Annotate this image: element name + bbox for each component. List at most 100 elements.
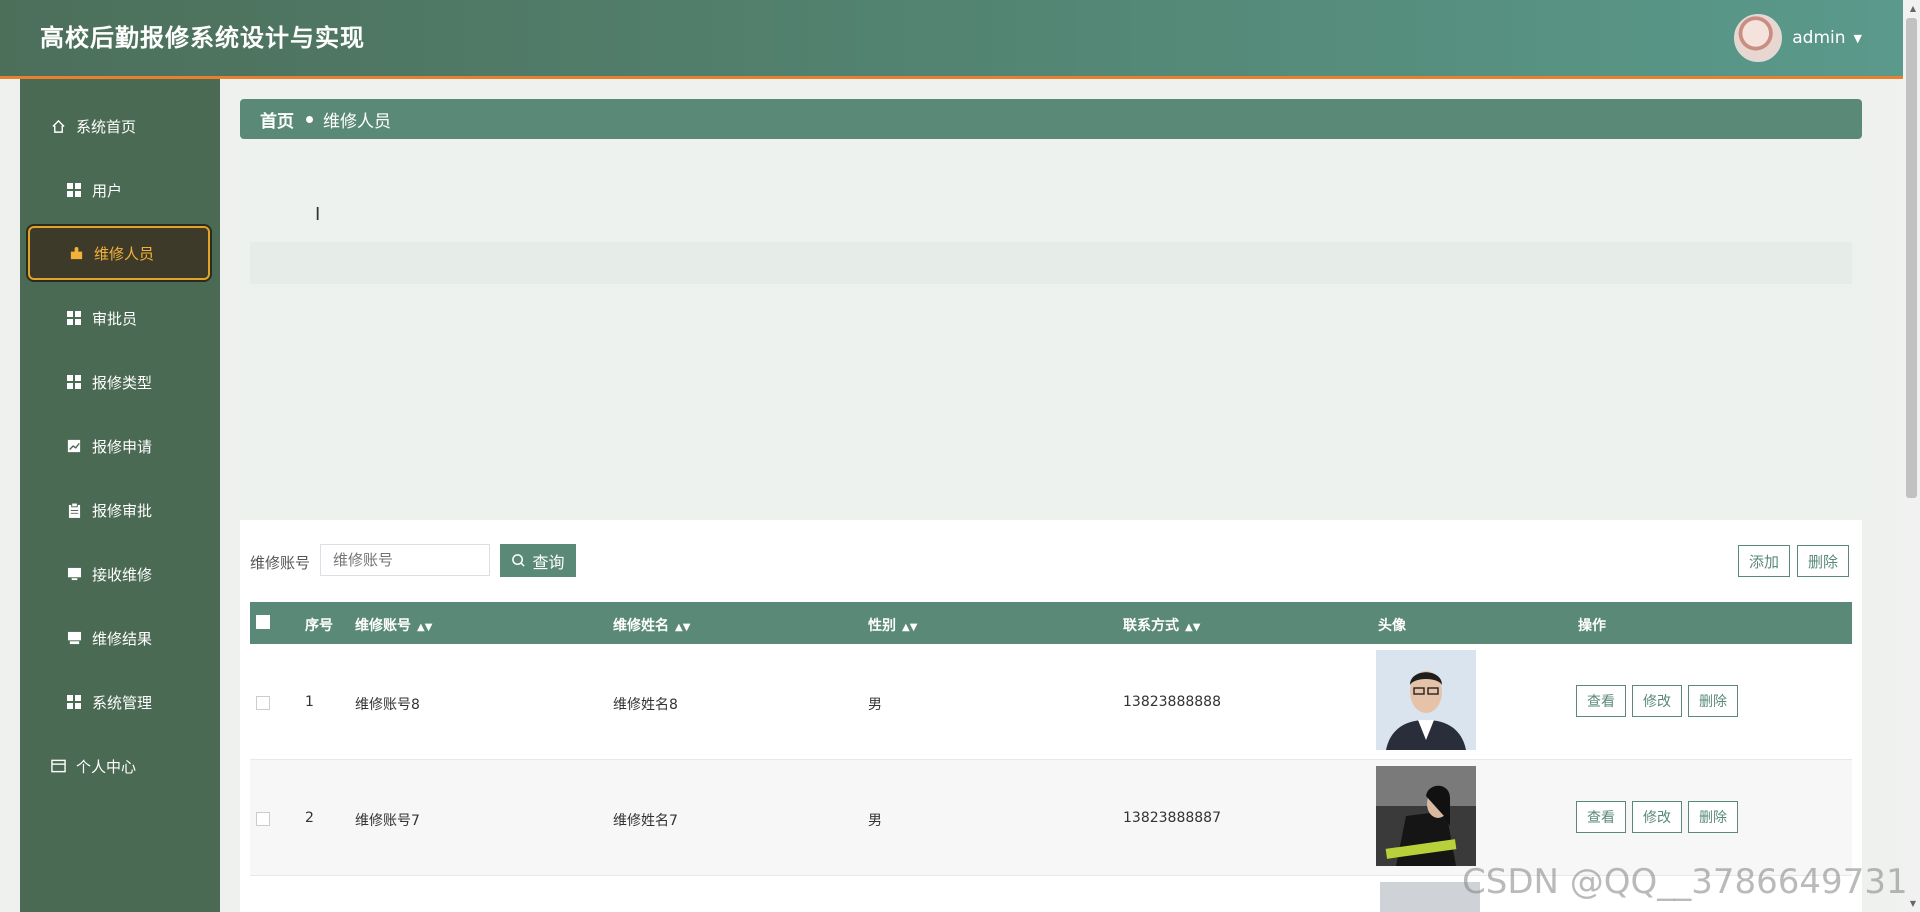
scroll-up-icon[interactable]: ▲ xyxy=(1910,4,1916,13)
sidebar-item-label: 审批员 xyxy=(92,309,138,328)
sidebar-item-repair-types[interactable]: 报修类型 xyxy=(28,355,210,409)
clipboard-icon xyxy=(66,502,82,518)
sidebar-item-personal-center[interactable]: 个人中心 xyxy=(28,739,210,793)
column-header-label: 维修姓名 xyxy=(613,618,669,634)
cell-phone: 13823888887 xyxy=(1123,810,1221,826)
search-button-label: 查询 xyxy=(532,552,565,572)
sidebar-item-label: 报修申请 xyxy=(92,437,153,456)
column-header-index: 序号 xyxy=(305,618,333,634)
column-header-gender[interactable]: 性别 ▲▼ xyxy=(868,615,917,635)
search-input[interactable] xyxy=(320,544,490,576)
sidebar-item-receive-repairs[interactable]: 接收维修 xyxy=(28,547,210,601)
column-header-avatar: 头像 xyxy=(1378,618,1406,634)
main-content: 维修账号 查询 添加 删除 序号 维修账号 ▲▼ 维修姓名 ▲▼ 性别 ▲▼ 联系方式… xyxy=(240,520,1862,912)
cell-index: 2 xyxy=(305,810,314,826)
scroll-down-icon[interactable]: ▼ xyxy=(1910,899,1916,908)
sidebar-item-repairers[interactable]: 维修人员 xyxy=(28,226,210,280)
column-header-actions: 操作 xyxy=(1578,618,1606,634)
sidebar-item-system-management[interactable]: 系统管理 xyxy=(28,675,210,729)
sidebar-item-label: 维修人员 xyxy=(94,244,155,263)
row-checkbox[interactable] xyxy=(256,812,270,826)
sidebar-item-repair-requests[interactable]: 报修申请 xyxy=(28,419,210,473)
sidebar-item-label: 报修审批 xyxy=(92,501,153,520)
breadcrumb-home[interactable]: 首页 xyxy=(260,107,294,132)
watermark: CSDN @QQ__3786649731 xyxy=(1462,862,1908,902)
table-row: 1 维修账号8 维修姓名8 男 13823888888 查看 修改 删除 xyxy=(250,644,1852,760)
monitor-icon xyxy=(66,566,82,582)
sidebar-item-label: 维修结果 xyxy=(92,629,153,648)
row-checkbox[interactable] xyxy=(256,696,270,710)
printer-icon xyxy=(66,630,82,646)
top-bar: 高校后勤报修系统设计与实现 admin ▼ xyxy=(0,0,1920,79)
grid-icon xyxy=(66,310,82,326)
delete-button[interactable]: 删除 xyxy=(1688,801,1738,833)
sidebar-item-repair-results[interactable]: 维修结果 xyxy=(28,611,210,665)
sidebar-item-label: 个人中心 xyxy=(76,757,137,776)
sidebar: 系统首页 用户 维修人员 审批员 报修类型 报修申请 报修审批 接收维修 维修结… xyxy=(20,79,220,912)
cell-phone: 13823888888 xyxy=(1123,694,1221,710)
search-button[interactable]: 查询 xyxy=(500,544,576,577)
cell-gender: 男 xyxy=(868,697,882,713)
home-icon xyxy=(50,118,66,134)
loading-overlay xyxy=(240,150,1862,520)
sidebar-item-label: 系统首页 xyxy=(76,117,137,136)
column-header-account[interactable]: 维修账号 ▲▼ xyxy=(355,615,432,635)
grid-icon xyxy=(66,182,82,198)
search-icon xyxy=(512,554,526,567)
view-button[interactable]: 查看 xyxy=(1576,685,1626,717)
cell-name: 维修姓名7 xyxy=(613,813,678,829)
wallet-icon xyxy=(50,758,66,774)
breadcrumb-current: 维修人员 xyxy=(323,111,391,132)
avatar-photo xyxy=(1376,766,1476,866)
user-menu[interactable]: admin ▼ xyxy=(1734,14,1862,62)
cell-account: 维修账号8 xyxy=(355,697,420,713)
sidebar-item-home[interactable]: 系统首页 xyxy=(28,99,210,153)
column-header-name[interactable]: 维修姓名 ▲▼ xyxy=(613,615,690,635)
sort-icon[interactable]: ▲▼ xyxy=(902,622,917,633)
column-header-label: 性别 xyxy=(868,618,896,634)
sidebar-item-label: 接收维修 xyxy=(92,565,153,584)
select-all-checkbox[interactable] xyxy=(256,615,270,629)
cell-name: 维修姓名8 xyxy=(613,697,678,713)
scrollbar[interactable]: ▲ ▼ xyxy=(1903,0,1920,912)
breadcrumb-separator xyxy=(306,115,313,123)
sidebar-item-label: 用户 xyxy=(92,181,123,200)
avatar[interactable] xyxy=(1734,14,1783,62)
puzzle-icon xyxy=(68,245,84,261)
cell-index: 1 xyxy=(305,694,314,710)
table-row: 2 维修账号7 维修姓名7 男 13823888887 查看 修改 删除 xyxy=(250,760,1852,876)
ghost-table-header xyxy=(250,242,1852,284)
sidebar-item-repair-approvals[interactable]: 报修审批 xyxy=(28,483,210,537)
cell-account: 维修账号7 xyxy=(355,813,420,829)
column-header-label: 维修账号 xyxy=(355,618,411,634)
app-title: 高校后勤报修系统设计与实现 xyxy=(40,24,365,52)
batch-delete-button[interactable]: 删除 xyxy=(1797,545,1849,577)
row-actions: 查看 修改 删除 xyxy=(1576,685,1738,717)
search-label: 维修账号 xyxy=(250,554,311,572)
sidebar-item-approvers[interactable]: 审批员 xyxy=(28,291,210,345)
sort-icon[interactable]: ▲▼ xyxy=(1185,622,1200,633)
chart-icon xyxy=(66,438,82,454)
avatar-photo xyxy=(1376,650,1476,750)
username[interactable]: admin xyxy=(1792,28,1845,48)
scrollbar-thumb[interactable] xyxy=(1906,18,1917,498)
add-button[interactable]: 添加 xyxy=(1738,545,1790,577)
row-actions: 查看 修改 删除 xyxy=(1576,801,1738,833)
breadcrumb: 首页 维修人员 xyxy=(240,99,1862,139)
sort-icon[interactable]: ▲▼ xyxy=(675,622,690,633)
data-table: 序号 维修账号 ▲▼ 维修姓名 ▲▼ 性别 ▲▼ 联系方式 ▲▼ 头像 操作 1 维修账… xyxy=(250,602,1852,876)
caret-down-icon[interactable]: ▼ xyxy=(1854,32,1862,45)
edit-button[interactable]: 修改 xyxy=(1632,801,1682,833)
column-header-phone[interactable]: 联系方式 ▲▼ xyxy=(1123,615,1200,635)
view-button[interactable]: 查看 xyxy=(1576,801,1626,833)
edit-button[interactable]: 修改 xyxy=(1632,685,1682,717)
cell-gender: 男 xyxy=(868,813,882,829)
delete-button[interactable]: 删除 xyxy=(1688,685,1738,717)
sort-icon[interactable]: ▲▼ xyxy=(417,622,432,633)
table-header: 序号 维修账号 ▲▼ 维修姓名 ▲▼ 性别 ▲▼ 联系方式 ▲▼ 头像 操作 xyxy=(250,602,1852,644)
sidebar-item-label: 报修类型 xyxy=(92,373,153,392)
sidebar-item-users[interactable]: 用户 xyxy=(28,163,210,217)
text-cursor-icon: I xyxy=(315,204,321,225)
grid-icon xyxy=(66,694,82,710)
grid-icon xyxy=(66,374,82,390)
